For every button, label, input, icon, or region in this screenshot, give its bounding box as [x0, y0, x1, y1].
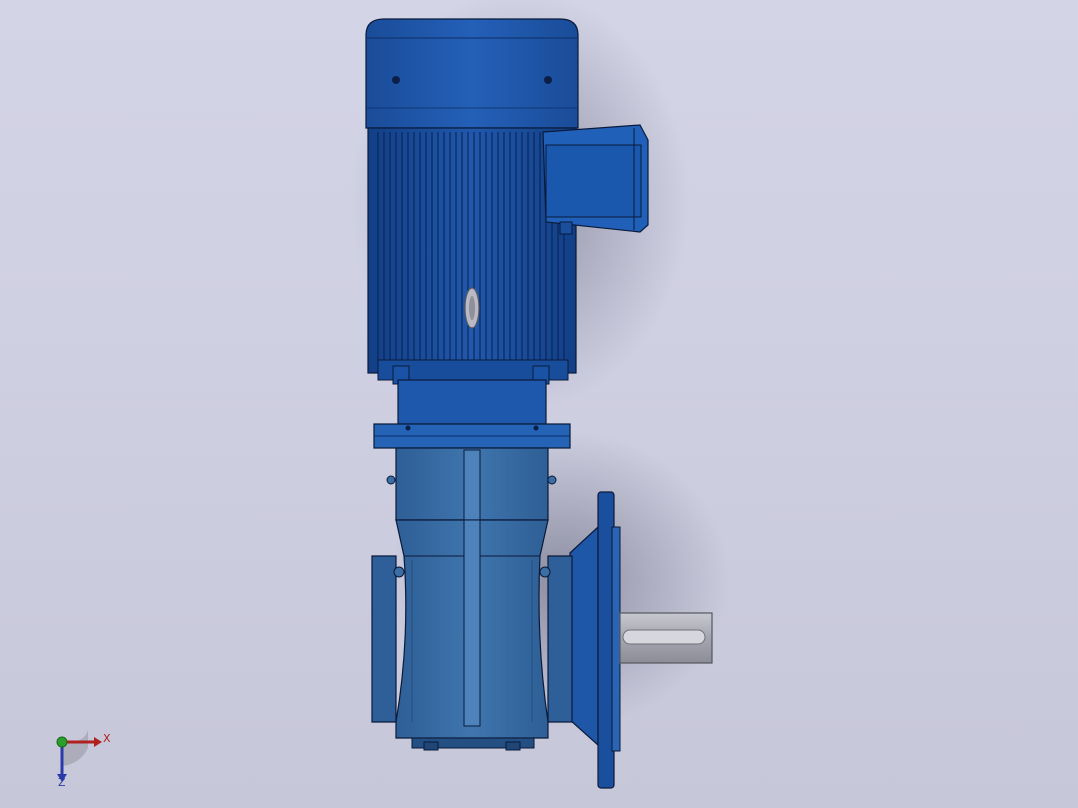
motor-fan-cover[interactable] — [365, 18, 579, 129]
gear-motor-model[interactable] — [0, 0, 1078, 808]
terminal-box[interactable] — [542, 124, 649, 235]
axis-x-label: X — [103, 732, 111, 745]
cap-bolt-right — [544, 76, 552, 84]
shaft-keyway — [622, 629, 706, 645]
gearbox-upper-housing[interactable] — [386, 447, 557, 521]
cap-bolt-left — [392, 76, 400, 84]
triad-shading — [62, 730, 88, 766]
graphics-viewport[interactable]: X Z — [0, 0, 1078, 808]
axis-y-dot — [56, 736, 68, 748]
motor-adapter[interactable] — [373, 379, 571, 449]
output-shaft[interactable] — [619, 612, 713, 664]
axis-z-label: Z — [58, 776, 66, 789]
coordinate-triad[interactable] — [40, 720, 130, 800]
